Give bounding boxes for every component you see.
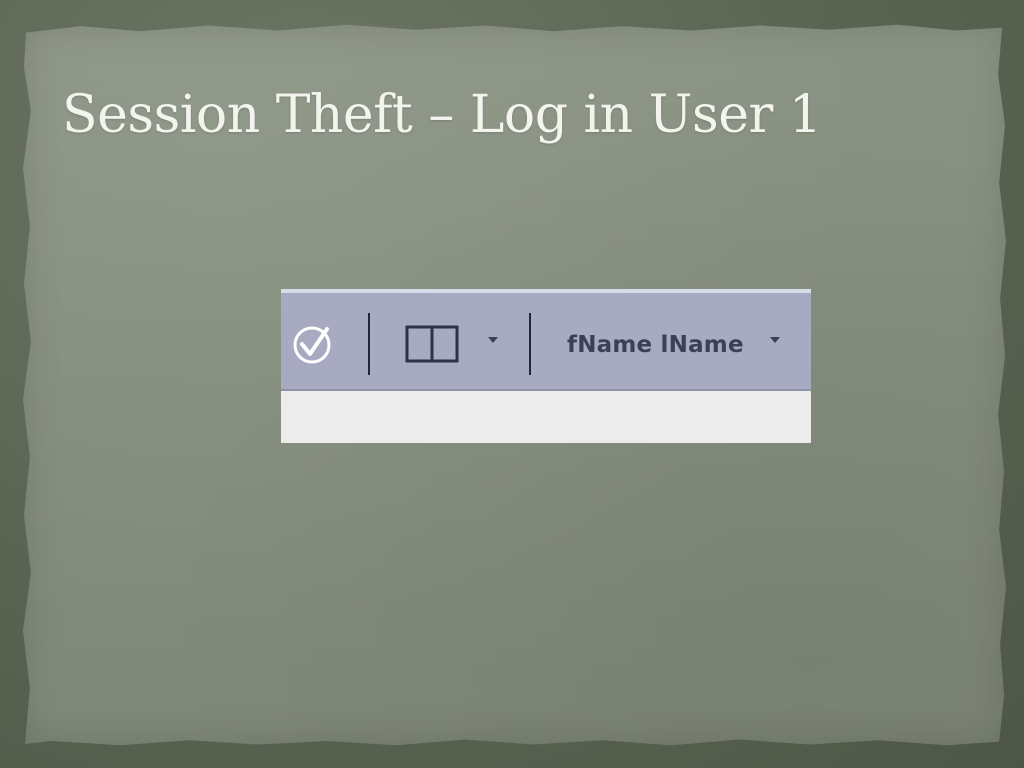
split-panel-icon[interactable] (405, 325, 459, 363)
user-dropdown-caret-icon[interactable] (770, 337, 780, 343)
toolbar-divider (529, 313, 531, 375)
user-menu[interactable]: fName lName (551, 323, 791, 367)
user-name: fName lName (567, 332, 744, 358)
toolbar-screenshot: fName lName (281, 289, 811, 443)
layout-dropdown-caret-icon[interactable] (488, 337, 498, 343)
slide-title: Session Theft – Log in User 1 (62, 85, 822, 145)
check-circle-icon[interactable] (291, 323, 335, 367)
toolbar: fName lName (281, 289, 811, 391)
slide: Session Theft – Log in User 1 fName lNam… (0, 0, 1024, 768)
toolbar-divider (368, 313, 370, 375)
